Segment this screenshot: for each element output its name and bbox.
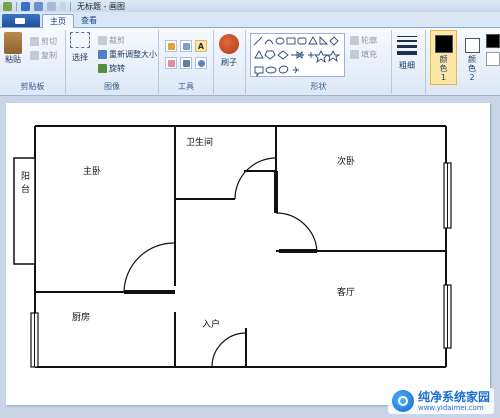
app-icon	[3, 1, 12, 11]
fill-icon	[350, 50, 359, 59]
cut-button[interactable]: 剪切	[30, 36, 57, 47]
magnifier-tool[interactable]	[195, 57, 207, 69]
copy-button[interactable]: 复制	[30, 50, 57, 61]
color-picker-icon	[182, 59, 190, 67]
window-title: 无标题 - 画图	[77, 1, 125, 11]
rotate-label: 旋转	[109, 64, 125, 73]
paste-label: 粘贴	[5, 55, 21, 64]
watermark: 纯净系统家园 www.yidaimei.com	[387, 388, 494, 414]
pencil-icon	[167, 42, 175, 50]
floor-plan-drawing	[13, 125, 452, 368]
save-icon[interactable]	[21, 1, 30, 11]
copy-icon	[30, 51, 39, 60]
tab-view[interactable]: 查看	[74, 14, 104, 28]
rotate-button[interactable]: 旋转	[98, 63, 125, 74]
room-label-kitchen: 厨房	[72, 313, 91, 323]
tools-group: A 工具	[159, 30, 214, 94]
magnifier-icon	[197, 59, 205, 67]
eraser-tool[interactable]	[165, 57, 177, 69]
watermark-url: www.yidaimei.com	[417, 404, 484, 412]
image-group: 选择 裁剪 重新调整大小 旋转 图像	[66, 30, 159, 94]
crop-icon	[98, 36, 107, 45]
shapes-group: 轮廓 填充 形状	[246, 30, 392, 94]
file-menu-button[interactable]	[2, 14, 40, 27]
undo-icon[interactable]	[34, 1, 43, 11]
room-label-living-room: 客厅	[337, 288, 356, 298]
size-group: 粗细	[392, 30, 426, 94]
clipboard-group: 粘贴 剪切 复制 剪贴板	[0, 30, 66, 94]
brushes-group: 刷子	[214, 30, 246, 94]
separator	[16, 1, 17, 11]
color-1-label: 颜色 1	[439, 55, 448, 82]
resize-label: 重新调整大小	[109, 50, 157, 59]
palette-black-swatch[interactable]	[486, 34, 500, 48]
ribbon: 粘贴 剪切 复制 剪贴板 选择 裁剪 重新调整大小 旋转 图像 A 工具 刷子 …	[0, 28, 500, 96]
watermark-logo-icon	[391, 390, 414, 412]
shapes-group-label: 形状	[310, 82, 327, 91]
fill-button[interactable]: 填充	[350, 49, 377, 60]
room-label-entrance: 入户	[202, 320, 221, 330]
outline-icon	[350, 36, 359, 45]
selection-icon	[70, 32, 90, 48]
brush-icon	[219, 34, 239, 54]
color-2-button[interactable]: 颜色 2	[460, 30, 484, 85]
color-2-label: 颜色 2	[468, 55, 476, 82]
brushes-label: 刷子	[221, 58, 237, 67]
tab-home[interactable]: 主页	[42, 14, 74, 28]
scissors-icon	[30, 37, 39, 46]
color-1-button[interactable]: 颜色 1	[430, 30, 457, 85]
room-label-balcony: 阳台	[19, 171, 29, 197]
watermark-title: 纯净系统家园	[417, 390, 490, 404]
select-button[interactable]: 选择	[70, 32, 90, 63]
eraser-icon	[167, 59, 175, 67]
color-2-swatch	[464, 38, 480, 53]
customize-dropdown-icon[interactable]	[60, 1, 66, 11]
separator	[70, 1, 71, 11]
tools-group-label: 工具	[178, 82, 194, 91]
crop-label: 裁剪	[109, 36, 125, 45]
redo-icon[interactable]	[47, 1, 56, 11]
color-picker-tool[interactable]	[180, 57, 192, 69]
color-1-swatch	[434, 35, 453, 53]
outline-button[interactable]: 轮廓	[350, 35, 377, 46]
brushes-button[interactable]: 刷子	[219, 34, 239, 68]
clipboard-group-label: 剪贴板	[20, 82, 45, 91]
fill-tool[interactable]	[180, 40, 192, 52]
select-label: 选择	[72, 53, 88, 62]
size-button[interactable]: 粗细	[397, 36, 417, 70]
room-label-master-bedroom: 主卧	[83, 167, 102, 177]
shapes-gallery-icons	[253, 35, 341, 78]
title-bar: 无标题 - 画图	[0, 0, 500, 12]
paste-button[interactable]: 粘贴	[4, 32, 22, 65]
canvas-area: 主卧 卫生间 次卧 阳台 客厅 厨房 入户 纯净系统家园 www.yidaime…	[0, 96, 500, 418]
outline-label: 轮廓	[361, 36, 377, 45]
room-label-bathroom: 卫生间	[186, 138, 214, 148]
fill-label: 填充	[361, 50, 377, 59]
pencil-tool[interactable]	[165, 40, 177, 52]
image-group-label: 图像	[104, 82, 120, 91]
ribbon-tab-bar: 主页 查看	[0, 12, 500, 28]
copy-label: 复制	[41, 51, 57, 60]
resize-button[interactable]: 重新调整大小	[98, 49, 157, 60]
size-label: 粗细	[399, 61, 415, 70]
palette-white-swatch[interactable]	[486, 52, 500, 66]
resize-icon	[98, 50, 107, 59]
fill-bucket-icon	[182, 42, 190, 50]
drawing-canvas[interactable]: 主卧 卫生间 次卧 阳台 客厅 厨房 入户	[6, 103, 490, 405]
file-menu-icon	[14, 17, 25, 24]
room-label-second-bedroom: 次卧	[337, 157, 356, 167]
line-width-icon	[397, 36, 417, 55]
crop-button[interactable]: 裁剪	[98, 35, 125, 46]
cut-label: 剪切	[41, 37, 57, 46]
text-tool[interactable]: A	[195, 40, 207, 52]
shapes-gallery[interactable]	[250, 33, 345, 78]
clipboard-icon	[4, 32, 22, 54]
rotate-icon	[98, 64, 107, 73]
